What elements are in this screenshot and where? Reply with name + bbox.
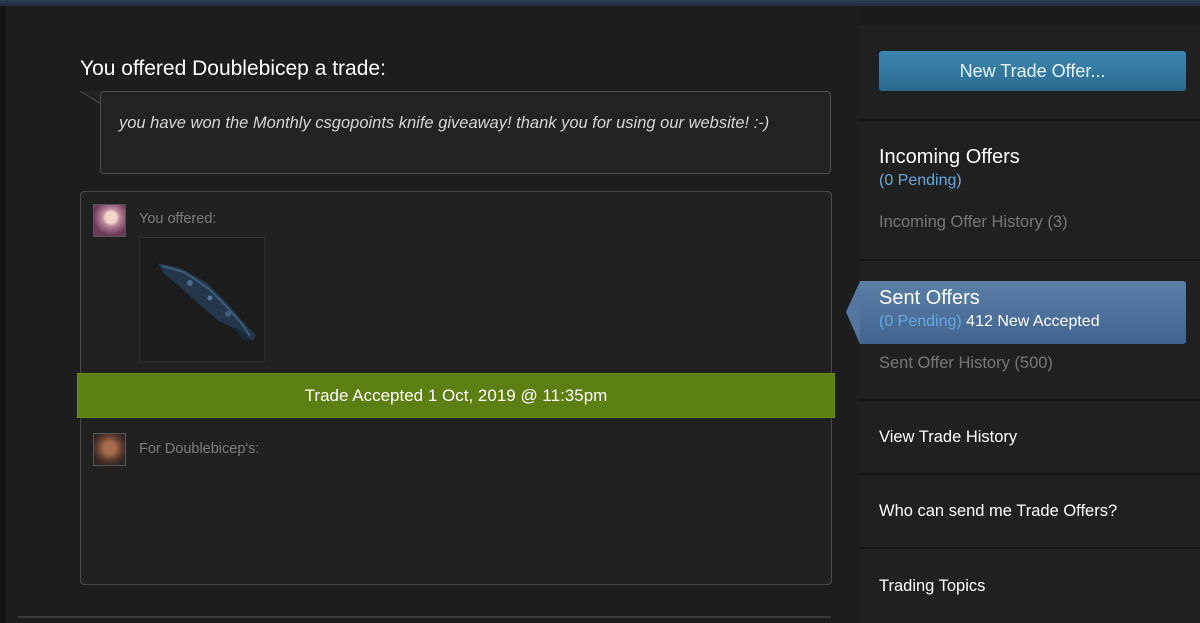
trading-topics-link[interactable]: Trading Topics (879, 577, 985, 596)
trade-message-text: you have won the Monthly csgopoints knif… (119, 114, 770, 132)
partner-avatar[interactable] (93, 433, 126, 466)
sent-pending-count: (0 Pending) (879, 313, 962, 330)
section-divider (18, 616, 831, 618)
sent-offer-history-link[interactable]: Sent Offer History (500) (879, 354, 1053, 373)
sidebar-divider (860, 399, 1200, 401)
active-item-arrow (846, 281, 860, 344)
sidebar-divider (860, 473, 1200, 475)
trade-accepted-banner: Trade Accepted 1 Oct, 2019 @ 11:35pm (77, 373, 835, 418)
knife-icon (158, 263, 256, 342)
sidebar-divider (860, 119, 1200, 121)
incoming-pending-count[interactable]: (0 Pending) (879, 172, 962, 190)
new-trade-offer-button[interactable]: New Trade Offer... (879, 51, 1186, 91)
sent-pending-status[interactable]: (0 Pending) 412 New Accepted (879, 313, 1100, 331)
trade-message-bubble: you have won the Monthly csgopoints knif… (100, 91, 831, 174)
sent-new-accepted-count: 412 New Accepted (966, 313, 1100, 330)
message-bubble-pointer (80, 91, 102, 105)
incoming-offer-history-link[interactable]: Incoming Offer History (3) (879, 213, 1068, 232)
offered-item-slot[interactable] (139, 237, 265, 362)
sidebar-divider (860, 547, 1200, 549)
trade-offers-sidebar: New Trade Offer... Incoming Offers (0 Pe… (846, 25, 1200, 623)
trade-offer-settings-link[interactable]: Who can send me Trade Offers? (879, 502, 1117, 521)
my-avatar[interactable] (93, 204, 126, 237)
incoming-offers-link[interactable]: Incoming Offers (879, 146, 1020, 169)
view-trade-history-link[interactable]: View Trade History (879, 428, 1017, 447)
you-offered-label: You offered: (139, 211, 217, 227)
for-partner-label: For Doublebicep's: (139, 441, 260, 457)
sent-offers-link[interactable]: Sent Offers (879, 287, 980, 310)
sidebar-divider (860, 259, 1200, 261)
trade-offer-title: You offered Doublebicep a trade: (80, 57, 386, 80)
